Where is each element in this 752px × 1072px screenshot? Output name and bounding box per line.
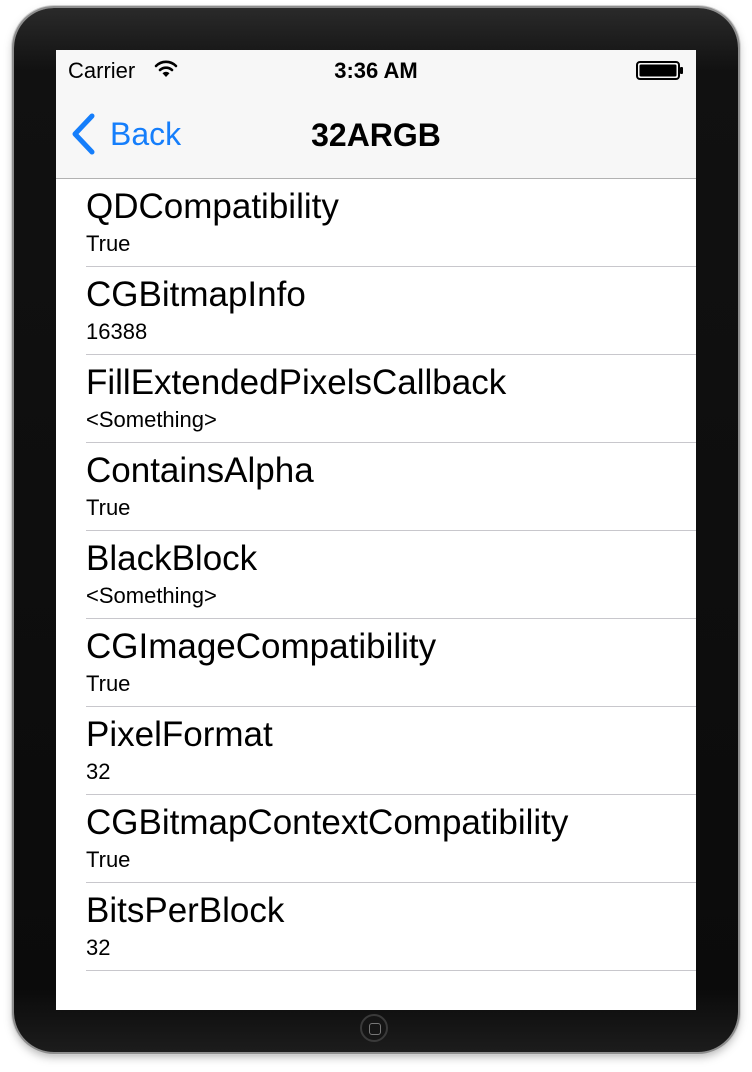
status-time: 3:36 AM xyxy=(334,58,418,83)
list-item-title: CGImageCompatibility xyxy=(86,627,437,666)
list-item-subtitle: <Something> xyxy=(86,583,217,608)
list-item-subtitle: True xyxy=(86,495,131,520)
page-title: 32ARGB xyxy=(311,117,441,153)
list-item-title: PixelFormat xyxy=(86,715,273,754)
battery-icon xyxy=(636,61,683,80)
list-item-subtitle: <Something> xyxy=(86,407,217,432)
list-item[interactable]: CGBitmapInfo 16388 xyxy=(86,267,696,355)
list-item[interactable]: CGImageCompatibility True xyxy=(86,619,696,707)
property-list: QDCompatibility True CGBitmapInfo 16388 Fill… xyxy=(56,179,696,971)
list-item-title: CGBitmapInfo xyxy=(86,275,306,314)
list-item-title: ContainsAlpha xyxy=(86,451,314,490)
list-item[interactable]: CGBitmapContextCompatibility True xyxy=(86,795,696,883)
navigation-bar: Back 32ARGB xyxy=(56,90,696,179)
list-item-subtitle: 32 xyxy=(86,935,111,960)
list-item-title: FillExtendedPixelsCallback xyxy=(86,363,507,402)
list-item-title: BitsPerBlock xyxy=(86,891,285,930)
list-item-subtitle: True xyxy=(86,847,131,872)
home-button[interactable] xyxy=(360,1014,388,1042)
list-item-title: QDCompatibility xyxy=(86,187,339,226)
list-item-title: BlackBlock xyxy=(86,539,258,578)
list-item[interactable]: BitsPerBlock 32 xyxy=(86,883,696,971)
list-item[interactable]: ContainsAlpha True xyxy=(86,443,696,531)
list-item-subtitle: True xyxy=(86,671,131,696)
list-item-subtitle: 16388 xyxy=(86,319,148,344)
list-item[interactable]: QDCompatibility True xyxy=(86,179,696,267)
device-frame: Carrier 3:36 AM Back 32ARGB QDCompatibil… xyxy=(14,8,738,1052)
list-item[interactable]: PixelFormat 32 xyxy=(86,707,696,795)
list-item-subtitle: True xyxy=(86,231,131,256)
home-square-icon xyxy=(369,1023,381,1035)
screen: Carrier 3:36 AM Back 32ARGB QDCompatibil… xyxy=(56,50,696,1010)
list-item-subtitle: 32 xyxy=(86,759,111,784)
list-item[interactable]: FillExtendedPixelsCallback <Something> xyxy=(86,355,696,443)
list-item[interactable]: BlackBlock <Something> xyxy=(86,531,696,619)
status-bar: Carrier 3:36 AM xyxy=(56,50,696,90)
list-item-title: CGBitmapContextCompatibility xyxy=(86,803,569,842)
